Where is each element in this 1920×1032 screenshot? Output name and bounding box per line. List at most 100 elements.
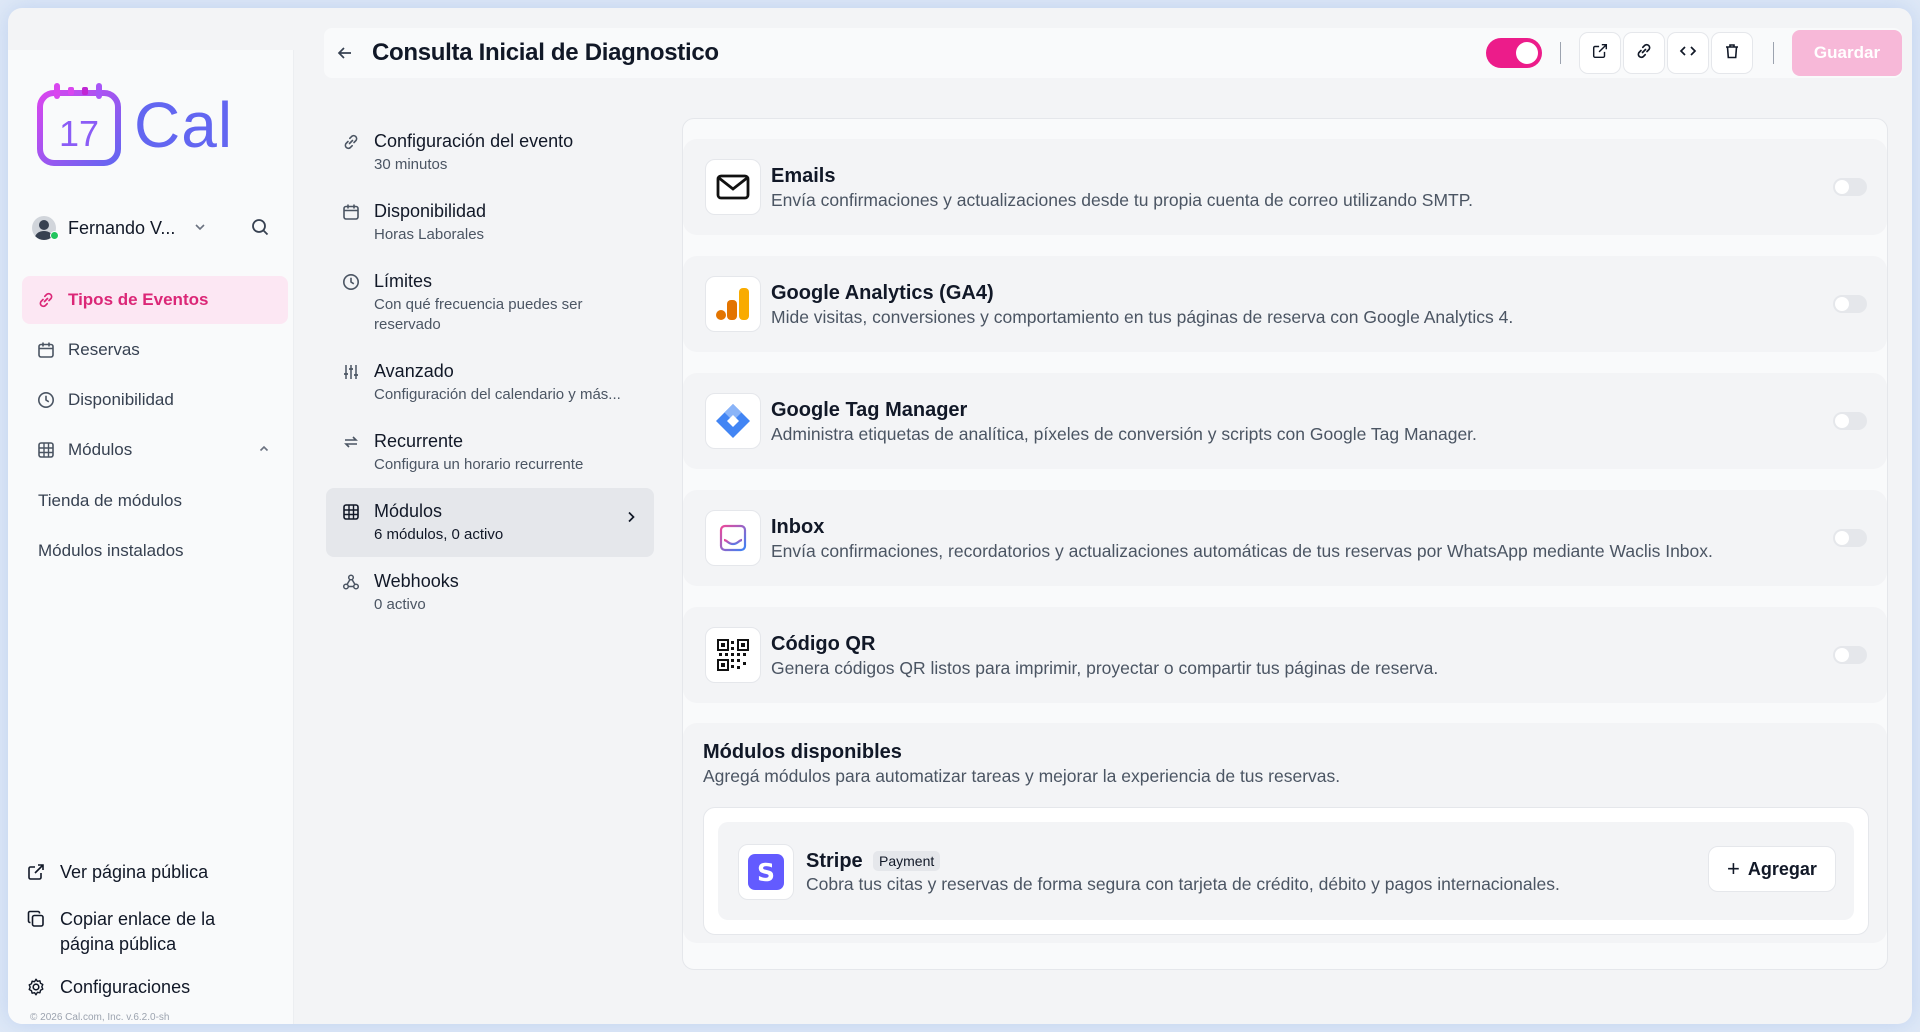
tab-event-setup[interactable]: Configuración del evento 30 minutos (326, 118, 654, 187)
modules-panel: Emails Envía confirmaciones y actualizac… (682, 118, 1888, 970)
tab-title: Módulos (374, 501, 443, 521)
module-card-google-analytics: Google Analytics (GA4) Mide visitas, con… (683, 256, 1887, 352)
tab-title: Límites (374, 271, 433, 291)
divider (1773, 42, 1774, 64)
logo-text: Cal (134, 89, 234, 161)
mail-icon (705, 159, 761, 215)
available-modules-desc: Agregá módulos para automatizar tareas y… (703, 766, 1341, 786)
grid-icon (36, 440, 56, 460)
sidebar-item-availability[interactable]: Disponibilidad (22, 376, 288, 424)
tab-advanced[interactable]: Avanzado Configuración del calendario y m… (326, 348, 654, 417)
sidebar-item-label: Disponibilidad (68, 390, 174, 409)
module-category-badge: Payment (873, 851, 941, 871)
embed-code-button[interactable] (1667, 32, 1709, 74)
event-enabled-toggle[interactable] (1486, 38, 1542, 68)
copy-public-link-label: Copiar enlace de la página pública (60, 909, 216, 954)
sidebar-nav: Tipos de Eventos Reservas Disponibilidad… (22, 276, 288, 576)
sidebar: 17 Cal Fernando V... Tipos de Eventos Re… (8, 50, 294, 1024)
external-link-icon (26, 862, 48, 889)
tab-desc: 6 módulos, 0 activo (374, 526, 504, 543)
gear-icon (26, 977, 48, 1004)
module-card-emails: Emails Envía confirmaciones y actualizac… (683, 139, 1887, 235)
available-modules-title: Módulos disponibles (703, 741, 902, 763)
tab-webhooks[interactable]: Webhooks 0 activo (326, 558, 654, 627)
available-module-stripe: S Stripe Payment Cobra tus citas y reser… (718, 822, 1854, 920)
sidebar-item-label: Tipos de Eventos (68, 290, 209, 309)
link-icon (342, 133, 362, 175)
tab-desc: Configuración del calendario y más... (374, 386, 621, 403)
module-name: Emails (771, 165, 836, 187)
available-modules-section: Módulos disponibles Agregá módulos para … (683, 723, 1887, 943)
copy-icon (26, 909, 48, 936)
module-toggle[interactable] (1833, 412, 1867, 430)
delete-button[interactable] (1711, 32, 1753, 74)
sidebar-item-label: Reservas (68, 340, 140, 359)
module-name: Código QR (771, 633, 876, 655)
inbox-icon (705, 510, 761, 566)
module-desc: Administra etiquetas de analítica, píxel… (771, 424, 1477, 444)
module-name: Inbox (771, 516, 825, 538)
tab-desc: Con qué frecuencia puedes ser reservado (374, 296, 583, 333)
tab-desc: Horas Laborales (374, 226, 485, 243)
search-icon[interactable] (250, 217, 270, 242)
qr-code-icon (705, 627, 761, 683)
tab-modules[interactable]: Módulos 6 módulos, 0 activo (326, 488, 654, 557)
back-arrow-icon[interactable] (334, 42, 356, 64)
copy-link-button[interactable] (1623, 32, 1665, 74)
trash-icon (1723, 42, 1741, 65)
module-name: Google Tag Manager (771, 399, 968, 421)
module-toggle[interactable] (1833, 178, 1867, 196)
module-toggle[interactable] (1833, 529, 1867, 547)
sidebar-item-event-types[interactable]: Tipos de Eventos (22, 276, 288, 324)
view-public-page-link[interactable]: Ver página pública (26, 860, 288, 889)
user-menu[interactable]: Fernando V... (24, 210, 282, 246)
svg-text:17: 17 (59, 113, 99, 154)
add-module-button[interactable]: + Agregar (1708, 846, 1836, 892)
save-button[interactable]: Guardar (1792, 30, 1902, 76)
sidebar-item-module-store[interactable]: Tienda de módulos (22, 476, 288, 526)
page-title: Consulta Inicial de Diagnostico (372, 39, 719, 66)
sidebar-item-modules[interactable]: Módulos (22, 426, 288, 474)
clock-icon (36, 390, 56, 410)
available-modules-list: S Stripe Payment Cobra tus citas y reser… (703, 807, 1869, 935)
header-actions: Guardar (1486, 30, 1902, 76)
chevron-right-icon (624, 510, 638, 529)
sidebar-footer: Ver página pública Copiar enlace de la p… (26, 860, 288, 1022)
sidebar-item-label: Módulos (68, 440, 133, 459)
module-toggle[interactable] (1833, 295, 1867, 313)
copy-public-link-button[interactable]: Copiar enlace de la página pública (26, 907, 288, 957)
online-status-dot (50, 231, 59, 240)
logo[interactable]: 17 Cal (36, 83, 233, 167)
link-icon (36, 290, 56, 310)
app-window: 17 Cal Fernando V... Tipos de Eventos Re… (8, 8, 1912, 1024)
stripe-icon: S (738, 844, 794, 900)
sliders-icon (342, 363, 362, 405)
tab-title: Avanzado (374, 361, 454, 381)
google-analytics-icon (705, 276, 761, 332)
tab-limits[interactable]: Límites Con qué frecuencia puedes ser res… (326, 258, 654, 347)
module-name: Google Analytics (GA4) (771, 282, 994, 304)
user-name: Fernando V... (68, 217, 176, 238)
plus-icon: + (1727, 856, 1740, 881)
tab-availability[interactable]: Disponibilidad Horas Laborales (326, 188, 654, 257)
chevron-up-icon (258, 443, 270, 458)
tab-recurring[interactable]: Recurrente Configura un horario recurrent… (326, 418, 654, 487)
divider (1560, 42, 1561, 64)
sidebar-item-bookings[interactable]: Reservas (22, 326, 288, 374)
google-tag-manager-icon (705, 393, 761, 449)
sidebar-item-installed-modules[interactable]: Módulos instalados (22, 526, 288, 576)
module-card-qr-code: Código QR Genera códigos QR listos para … (683, 607, 1887, 703)
add-module-label: Agregar (1747, 858, 1817, 879)
preview-button[interactable] (1579, 32, 1621, 74)
tab-desc: 30 minutos (374, 156, 448, 173)
settings-link[interactable]: Configuraciones (26, 975, 288, 1004)
header-bar: Consulta Inicial de Diagnostico Guardar (324, 28, 1902, 78)
tab-title: Configuración del evento (374, 131, 574, 151)
module-desc: Envía confirmaciones, recordatorios y ac… (771, 541, 1713, 561)
grid-icon (342, 503, 362, 545)
module-desc: Cobra tus citas y reservas de forma segu… (806, 874, 1560, 894)
view-public-page-label: Ver página pública (60, 862, 209, 882)
chevron-down-icon (193, 220, 207, 237)
tab-title: Disponibilidad (374, 201, 487, 221)
module-toggle[interactable] (1833, 646, 1867, 664)
